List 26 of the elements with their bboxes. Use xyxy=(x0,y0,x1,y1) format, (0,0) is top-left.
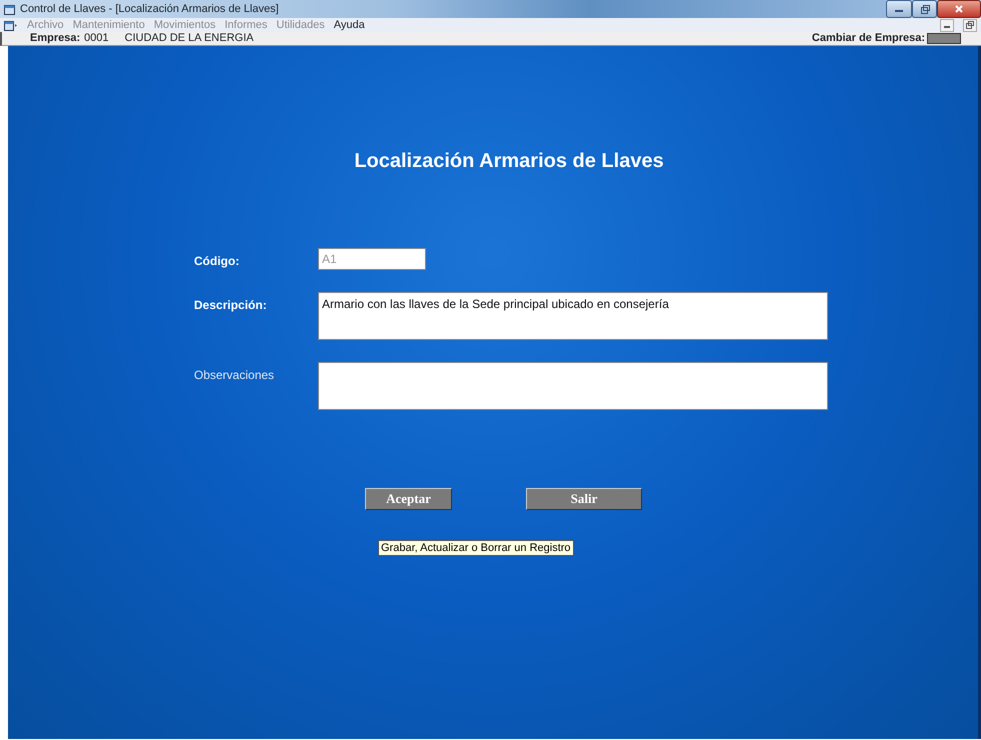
tooltip: Grabar, Actualizar o Borrar un Registro xyxy=(378,540,574,556)
company-label: Empresa: xyxy=(30,31,80,46)
document-menu-icon[interactable] xyxy=(4,20,18,30)
close-icon xyxy=(954,4,964,14)
window-title: Control de Llaves - [Localización Armarios de Llaves] xyxy=(20,2,279,17)
accept-button[interactable]: Aceptar xyxy=(365,488,452,510)
minimize-button[interactable] xyxy=(886,0,912,18)
restore-icon xyxy=(966,21,974,30)
window-app-icon xyxy=(4,4,16,14)
observations-field[interactable] xyxy=(318,362,828,410)
exit-button[interactable]: Salir xyxy=(526,488,642,510)
restore-icon xyxy=(920,4,930,14)
child-minimize-button[interactable] xyxy=(940,18,954,32)
change-company-label: Cambiar de Empresa: xyxy=(812,31,925,46)
description-field[interactable]: Armario con las llaves de la Sede principal ubicado en consejería xyxy=(318,292,828,340)
close-button[interactable] xyxy=(937,0,981,18)
restore-button[interactable] xyxy=(912,0,937,18)
form-title: Localización Armarios de Llaves xyxy=(354,150,664,172)
field-label: Código: xyxy=(194,254,240,268)
field-label: Observaciones xyxy=(194,368,274,382)
change-company-button[interactable] xyxy=(927,33,961,44)
company-code: 0001 xyxy=(84,31,109,46)
child-restore-button[interactable] xyxy=(963,18,977,32)
field-label: Descripción: xyxy=(194,298,267,312)
company-name: CIUDAD DE LA ENERGIA xyxy=(124,31,254,46)
menu-item[interactable]: Ayuda xyxy=(334,16,365,34)
